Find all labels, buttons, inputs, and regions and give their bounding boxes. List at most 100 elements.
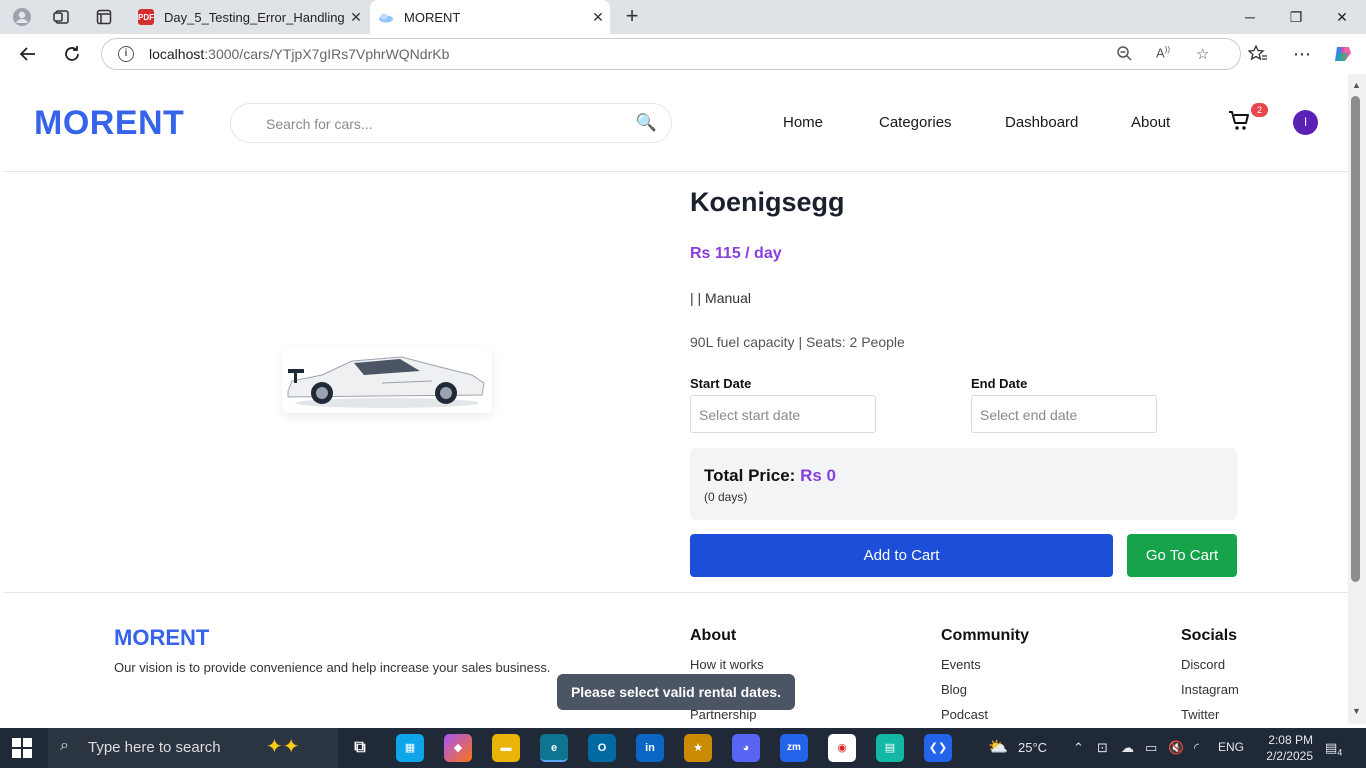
- store-icon[interactable]: ▦: [396, 734, 424, 762]
- add-to-cart-button[interactable]: Add to Cart: [690, 534, 1113, 577]
- notification-icon[interactable]: ▤4: [1325, 740, 1342, 758]
- linkedin-icon[interactable]: in: [636, 734, 664, 762]
- total-price-label: Total Price:: [704, 466, 796, 485]
- nav-dashboard[interactable]: Dashboard: [1005, 114, 1078, 131]
- tab-title: Day_5_Testing_Error_Handling_and: [164, 9, 344, 25]
- sparkle-icon: ✦✦: [266, 736, 300, 758]
- footer-col-title: Community: [941, 627, 1029, 644]
- notification-count: 4: [1337, 747, 1343, 758]
- clock[interactable]: 2:08 PM 2/2/2025: [1257, 732, 1313, 764]
- cloud-icon: [378, 9, 394, 25]
- site-header: MORENT 🔍 Home Categories Dashboard About…: [4, 74, 1348, 172]
- vscode-icon[interactable]: ❮❯: [924, 734, 952, 762]
- site-logo[interactable]: MORENT: [34, 104, 184, 143]
- cart-count-badge: 2: [1251, 103, 1268, 117]
- nav-home[interactable]: Home: [783, 114, 823, 131]
- footer-logo[interactable]: MORENT: [114, 625, 209, 651]
- chrome-icon[interactable]: ◉: [828, 734, 856, 762]
- profile-icon[interactable]: [8, 5, 36, 29]
- windows-start-icon[interactable]: [12, 738, 32, 758]
- footer-vision: Our vision is to provide convenience and…: [114, 660, 551, 675]
- back-icon[interactable]: [16, 42, 40, 66]
- start-date-label: Start Date: [690, 376, 752, 391]
- reload-icon[interactable]: [60, 42, 84, 66]
- favorites-icon[interactable]: [1246, 42, 1270, 66]
- language-indicator[interactable]: ENG: [1218, 740, 1244, 754]
- weather-icon[interactable]: ⛅: [988, 737, 1008, 757]
- edge-icon[interactable]: e: [540, 734, 568, 762]
- taskbar-search-text: Type here to search: [88, 739, 221, 756]
- close-tab-icon[interactable]: ✕: [586, 9, 610, 26]
- meet-icon[interactable]: ⊡: [1097, 740, 1108, 756]
- zoom-app-icon[interactable]: zm: [780, 734, 808, 762]
- workspaces-icon[interactable]: [48, 5, 76, 29]
- tab-actions-icon[interactable]: [90, 5, 118, 29]
- car-title: Koenigsegg: [690, 187, 845, 217]
- footer-link[interactable]: Blog: [941, 682, 1029, 707]
- close-window-button[interactable]: ✕: [1322, 5, 1362, 29]
- show-hidden-icons[interactable]: ⌃: [1073, 740, 1084, 756]
- search-input[interactable]: [266, 114, 626, 134]
- end-date-input[interactable]: Select end date: [971, 395, 1157, 433]
- end-date-label: End Date: [971, 376, 1028, 391]
- footer-link[interactable]: Podcast: [941, 707, 1029, 724]
- scroll-down-icon[interactable]: ▼: [1352, 706, 1361, 716]
- notepad-icon[interactable]: ▤: [876, 734, 904, 762]
- read-aloud-icon[interactable]: A)): [1156, 45, 1170, 60]
- car-price: Rs 115 / day: [690, 245, 782, 262]
- more-options-icon[interactable]: ⋯: [1290, 42, 1314, 66]
- task-view-icon[interactable]: ⧉: [346, 734, 374, 762]
- footer-col-socials: Socials Discord Instagram Twitter: [1181, 627, 1239, 724]
- tab-pdf[interactable]: PDF Day_5_Testing_Error_Handling_and ✕: [130, 0, 368, 34]
- search-box: 🔍: [230, 103, 672, 143]
- site-info-icon[interactable]: i: [118, 46, 134, 62]
- taskbar-search[interactable]: ⌕ Type here to search ✦✦: [48, 728, 338, 768]
- clock-time: 2:08 PM: [1268, 733, 1313, 747]
- url-host: localhost: [149, 46, 205, 62]
- address-toolbar: i localhost:3000/cars/YTjpX7gIRs7VphrWQN…: [0, 34, 1366, 74]
- clock-date: 2/2/2025: [1266, 749, 1313, 763]
- nav-about[interactable]: About: [1131, 114, 1170, 131]
- footer-col-community: Community Events Blog Podcast: [941, 627, 1029, 724]
- onedrive-icon[interactable]: ☁: [1121, 740, 1134, 756]
- start-date-input[interactable]: Select start date: [690, 395, 876, 433]
- nav-categories[interactable]: Categories: [879, 114, 952, 131]
- footer-link[interactable]: Events: [941, 657, 1029, 682]
- zoom-icon[interactable]: [1116, 45, 1132, 65]
- toast-message: Please select valid rental dates.: [557, 674, 795, 710]
- scrollbar-thumb[interactable]: [1351, 96, 1360, 582]
- tab-morent[interactable]: MORENT ✕: [370, 0, 610, 34]
- restore-button[interactable]: ❐: [1276, 5, 1316, 29]
- discord-icon[interactable]: ◕: [732, 734, 760, 762]
- total-price-value: Rs 0: [800, 466, 836, 485]
- total-days: (0 days): [704, 490, 748, 504]
- footer-col-title: Socials: [1181, 627, 1238, 644]
- file-explorer-icon[interactable]: ▬: [492, 734, 520, 762]
- page-scrollbar[interactable]: ▲ ▼: [1348, 74, 1366, 724]
- scroll-up-icon[interactable]: ▲: [1352, 80, 1361, 90]
- car-specs: 90L fuel capacity | Seats: 2 People: [690, 334, 905, 350]
- weather-temp[interactable]: 25°C: [1018, 740, 1047, 755]
- outlook-icon[interactable]: O: [588, 734, 616, 762]
- go-to-cart-button[interactable]: Go To Cart: [1127, 534, 1237, 577]
- cart-icon[interactable]: [1228, 110, 1250, 132]
- footer-link[interactable]: Instagram: [1181, 682, 1239, 707]
- user-avatar[interactable]: I: [1293, 110, 1318, 135]
- copilot-icon[interactable]: [1331, 42, 1355, 66]
- address-bar[interactable]: i localhost:3000/cars/YTjpX7gIRs7VphrWQN…: [101, 38, 1241, 70]
- pdf-icon: PDF: [138, 9, 154, 25]
- browser-tab-strip: PDF Day_5_Testing_Error_Handling_and ✕ M…: [0, 0, 1366, 34]
- footer-link[interactable]: Discord: [1181, 657, 1239, 682]
- footer-link[interactable]: Twitter: [1181, 707, 1239, 724]
- car-type: | | Manual: [690, 290, 751, 306]
- office-icon[interactable]: ◆: [444, 734, 472, 762]
- battery-icon[interactable]: ▭: [1145, 740, 1157, 756]
- volume-icon[interactable]: 🔇: [1168, 740, 1184, 756]
- close-tab-icon[interactable]: ✕: [344, 9, 368, 26]
- minimize-button[interactable]: ─: [1230, 5, 1270, 29]
- network-icon[interactable]: ◜: [1194, 740, 1199, 756]
- medal-icon[interactable]: ★: [684, 734, 712, 762]
- search-icon[interactable]: 🔍: [636, 113, 657, 133]
- favorite-star-icon[interactable]: ☆: [1196, 45, 1209, 63]
- new-tab-button[interactable]: +: [620, 4, 644, 30]
